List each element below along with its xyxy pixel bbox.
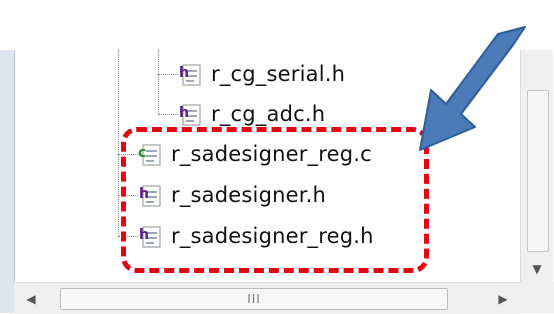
header-file-icon: h [178, 101, 202, 127]
grip-icon: III [247, 292, 261, 306]
panel-left-border [0, 50, 15, 313]
horizontal-scroll-thumb[interactable]: III [60, 288, 448, 310]
tree-connector [158, 50, 159, 114]
vertical-scrollbar[interactable]: ▼ [520, 50, 553, 282]
vertical-scroll-thumb[interactable] [527, 90, 549, 252]
chevron-left-icon: ◀ [26, 291, 36, 306]
file-name: r_cg_adc.h [211, 102, 326, 126]
svg-text:h: h [179, 65, 189, 81]
scroll-down-button[interactable]: ▼ [521, 256, 553, 282]
chevron-down-icon: ▼ [532, 262, 542, 276]
chevron-right-icon: ▶ [498, 291, 508, 306]
tree-connector [118, 50, 119, 236]
highlight-box [121, 127, 429, 273]
tree-item-r-cg-serial-h[interactable]: h r_cg_serial.h [178, 57, 345, 91]
tree-connector [158, 114, 178, 115]
tree-connector [158, 74, 178, 75]
horizontal-scrollbar[interactable]: ◀ III ▶ [14, 282, 520, 314]
scrollbar-corner [520, 282, 554, 313]
svg-text:h: h [179, 105, 189, 121]
scroll-left-button[interactable]: ◀ [14, 283, 48, 314]
header-file-icon: h [178, 61, 202, 87]
file-name: r_cg_serial.h [211, 62, 346, 86]
scroll-right-button[interactable]: ▶ [486, 283, 520, 314]
tree-item-r-cg-adc-h[interactable]: h r_cg_adc.h [178, 97, 325, 131]
